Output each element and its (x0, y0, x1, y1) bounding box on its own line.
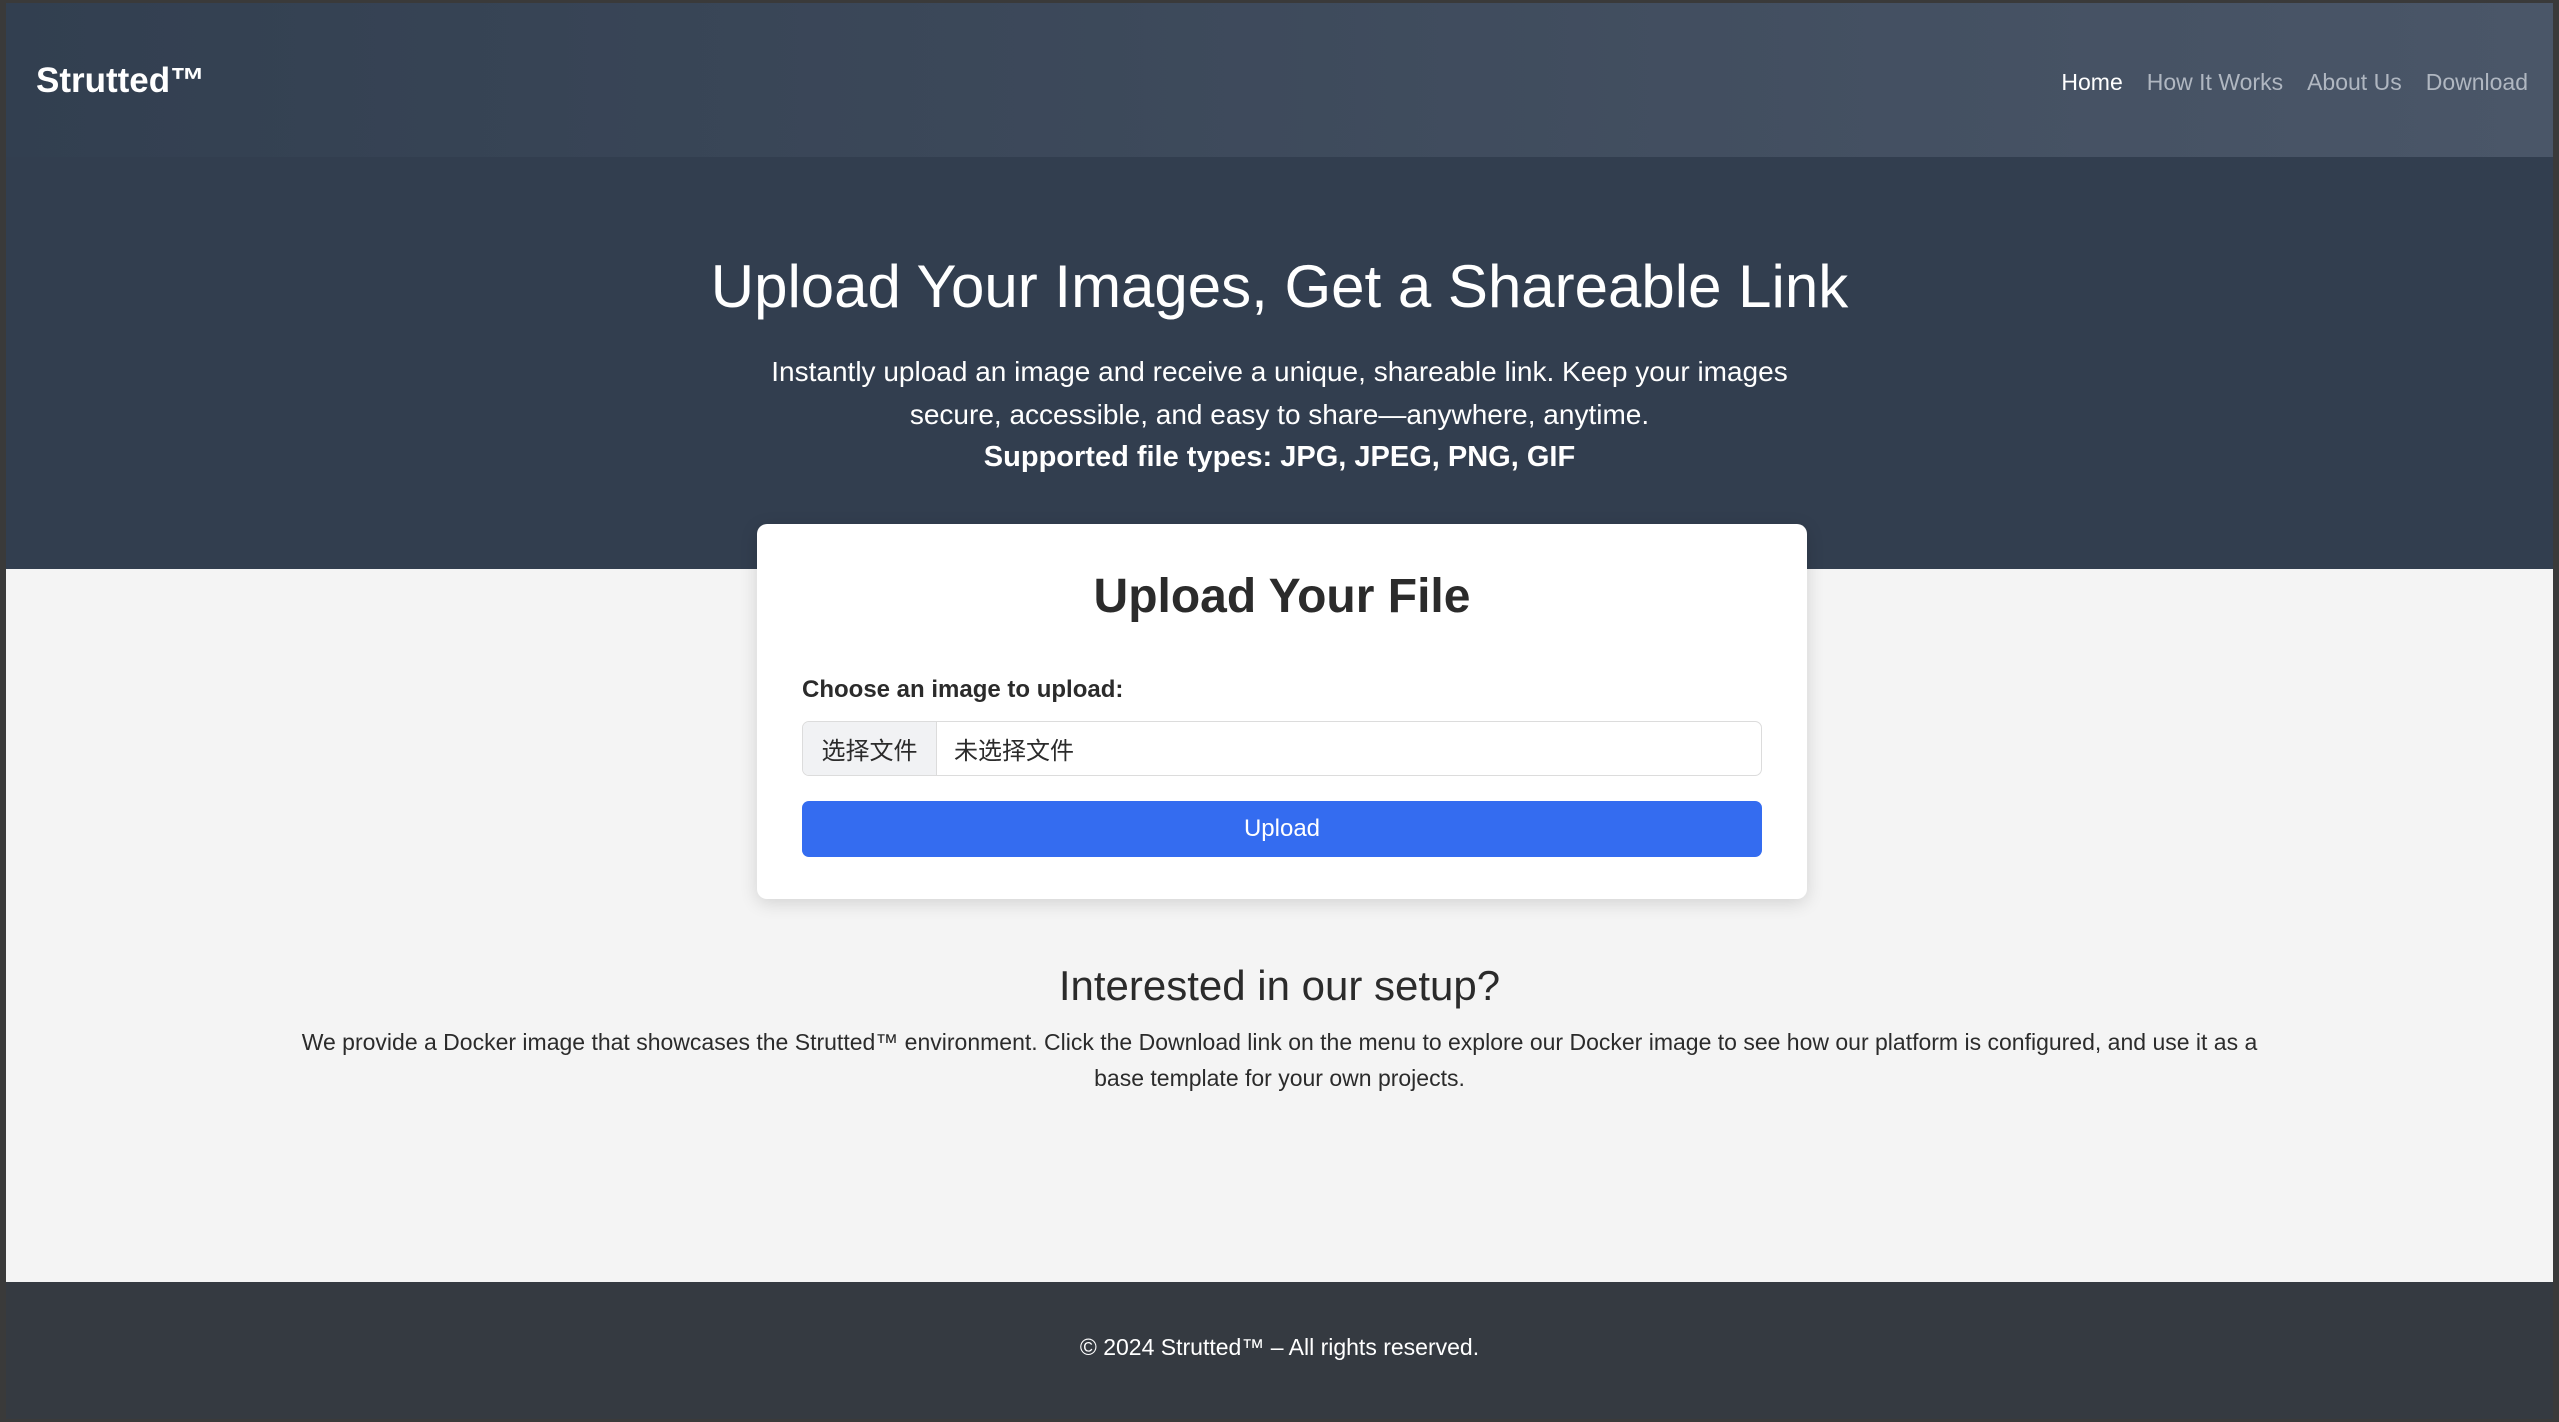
file-status-text: 未选择文件 (954, 737, 1074, 765)
setup-description: We provide a Docker image that showcases… (301, 1029, 2258, 1091)
nav-link-about-us[interactable]: About Us (2307, 65, 2402, 99)
nav-link-how-it-works[interactable]: How It Works (2147, 65, 2283, 99)
navbar: Strutted™ Home How It Works About Us Dow… (6, 3, 2553, 157)
file-input-label: Choose an image to upload: (802, 676, 1124, 703)
file-input[interactable]: 选择文件 未选择文件 (802, 721, 1762, 776)
hero-section: Upload Your Images, Get a Shareable Link… (6, 157, 2553, 569)
nav-link-download[interactable]: Download (2426, 65, 2528, 99)
setup-heading: Interested in our setup? (1058, 962, 1501, 1009)
brand-logo[interactable]: Strutted™ (36, 59, 205, 103)
browser-viewport: Strutted™ Home How It Works About Us Dow… (6, 3, 2553, 1419)
nav-menu: Home How It Works About Us Download (2061, 65, 2528, 99)
footer: © 2024 Strutted™ – All rights reserved. (6, 1282, 2553, 1419)
nav-link-home[interactable]: Home (2061, 65, 2122, 99)
footer-copyright: © 2024 Strutted™ – All rights reserved. (1079, 1334, 1480, 1360)
supported-file-types: Supported file types: JPG, JPEG, PNG, GI… (983, 441, 1576, 473)
hero-description: Instantly upload an image and receive a … (771, 356, 1788, 430)
upload-card-title: Upload Your File (1093, 570, 1471, 623)
hero-title: Upload Your Images, Get a Shareable Link (710, 253, 1849, 320)
upload-card: Upload Your File Choose an image to uplo… (757, 524, 1807, 899)
choose-file-button[interactable]: 选择文件 (803, 722, 937, 775)
upload-button[interactable]: Upload (802, 801, 1762, 857)
